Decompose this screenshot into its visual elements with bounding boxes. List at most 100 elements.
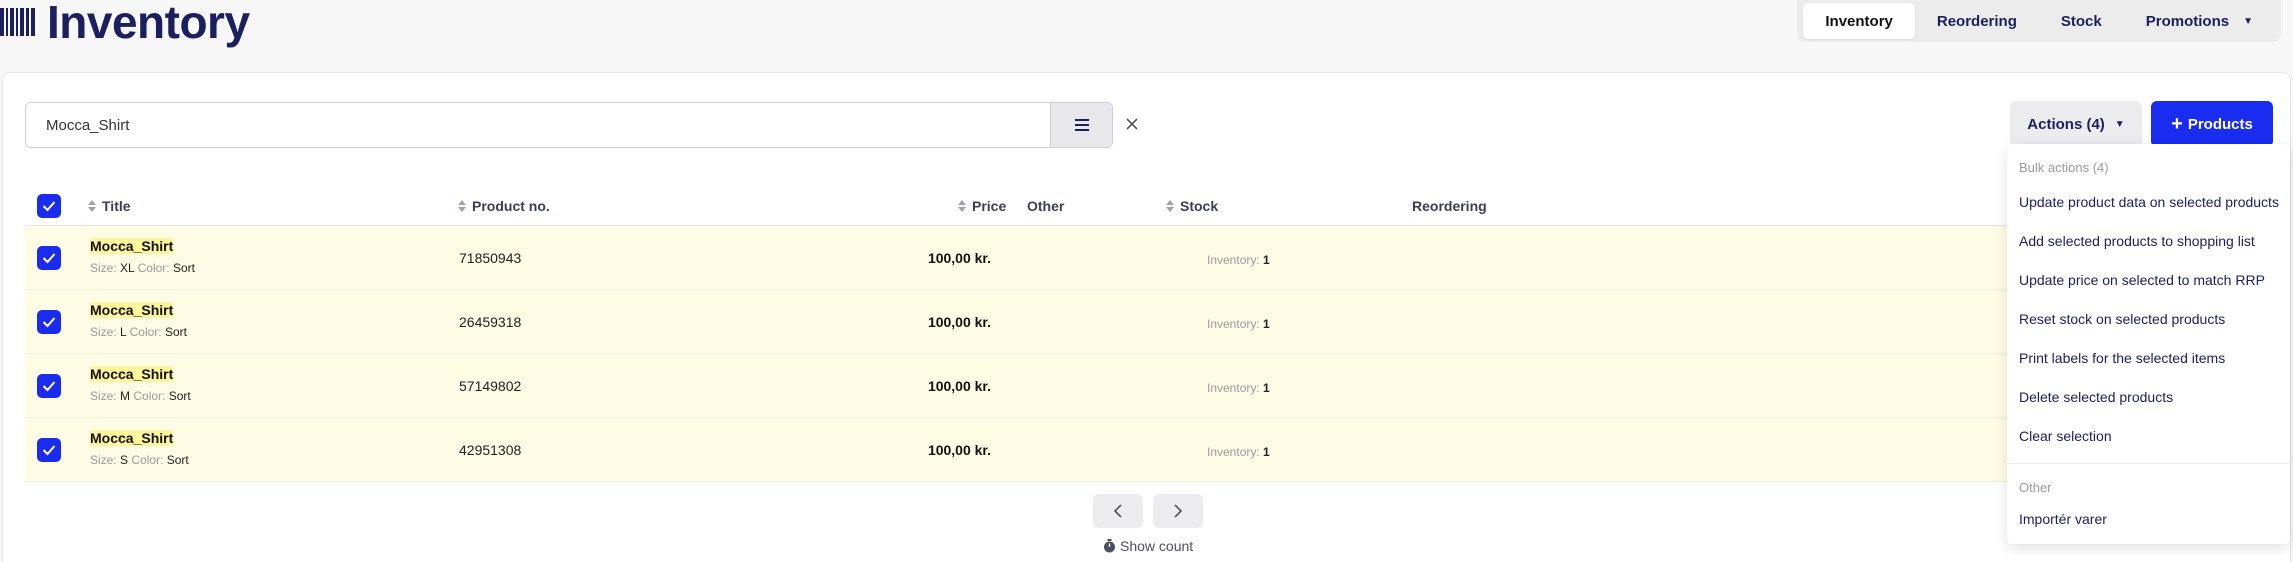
clear-search-button[interactable] (1121, 113, 1143, 135)
menu-item-delete-products[interactable]: Delete selected products (2007, 377, 2290, 416)
sort-icon (88, 200, 96, 212)
product-price: 100,00 kr. (927, 314, 991, 330)
product-title[interactable]: Mocca_Shirt (90, 302, 174, 318)
product-price: 100,00 kr. (927, 442, 991, 458)
product-title-text: Mocca_Shirt (90, 238, 174, 254)
actions-dropdown-menu: Bulk actions (4) Update product data on … (2007, 144, 2290, 544)
column-stock[interactable]: Stock (1166, 198, 1218, 214)
size-label: Size: (90, 325, 117, 339)
page-title: Inventory (47, 0, 250, 48)
tab-stock[interactable]: Stock (2039, 3, 2124, 39)
check-icon (42, 201, 56, 212)
column-title[interactable]: Title (88, 198, 131, 214)
menu-item-update-price-rrp[interactable]: Update price on selected to match RRP (2007, 260, 2290, 299)
main-card: Actions (4) ▼ + Products Title Product n… (2, 72, 2291, 562)
table-header: Title Product no. Price Other Stock Reor… (25, 186, 2035, 226)
column-reordering: Reordering (1412, 198, 1487, 214)
add-products-button[interactable]: + Products (2151, 101, 2273, 147)
select-all-checkbox[interactable] (37, 194, 61, 218)
next-page-button[interactable] (1153, 494, 1203, 528)
pagination (1093, 494, 1213, 528)
search-options-button[interactable] (1050, 103, 1112, 147)
column-product-no[interactable]: Product no. (458, 198, 550, 214)
product-title-text: Mocca_Shirt (90, 366, 174, 382)
menu-item-import-products[interactable]: Importér varer (2007, 502, 2290, 536)
menu-item-reset-stock[interactable]: Reset stock on selected products (2007, 299, 2290, 338)
brand: Inventory (0, 0, 250, 50)
product-title[interactable]: Mocca_Shirt (90, 430, 174, 446)
tab-inventory[interactable]: Inventory (1803, 3, 1915, 39)
product-number: 42951308 (459, 442, 522, 458)
inventory-label: Inventory: (1207, 381, 1260, 395)
menu-item-add-to-shopping-list[interactable]: Add selected products to shopping list (2007, 221, 2290, 260)
tab-label: Stock (2060, 12, 2102, 30)
bulk-actions-header: Bulk actions (4) (2019, 159, 2109, 175)
tab-reordering[interactable]: Reordering (1915, 3, 2039, 39)
chevron-right-icon (1174, 504, 1183, 518)
tab-label: Inventory (1825, 12, 1893, 30)
tab-label: Promotions (2145, 12, 2230, 30)
color-label: Color: (131, 453, 164, 467)
inventory-value: 1 (1263, 445, 1270, 459)
inventory-value: 1 (1263, 253, 1270, 267)
sort-icon (1166, 200, 1174, 212)
chevron-left-icon (1113, 504, 1122, 518)
product-variant: Size: XL Color: Sort (90, 261, 195, 275)
column-other: Other (1027, 198, 1064, 214)
search-input[interactable] (26, 103, 1050, 147)
show-count-link[interactable]: Show count (1103, 538, 1193, 554)
top-bar: Inventory Inventory Reordering Stock Pro… (0, 0, 2293, 64)
menu-item-clear-selection[interactable]: Clear selection (2007, 416, 2290, 455)
column-product-no-label: Product no. (472, 198, 550, 214)
column-reordering-label: Reordering (1412, 198, 1487, 214)
row-checkbox[interactable] (37, 438, 61, 462)
caret-down-icon: ▼ (2243, 15, 2253, 27)
table-row[interactable]: Mocca_Shirt Size: XL Color: Sort 7185094… (25, 226, 2035, 290)
color-value: Sort (172, 261, 195, 275)
column-price[interactable]: Price (958, 198, 1006, 214)
tab-promotions[interactable]: Promotions ▼ (2124, 3, 2275, 39)
column-title-label: Title (102, 198, 131, 214)
search-bar (25, 102, 1113, 148)
table-row[interactable]: Mocca_Shirt Size: S Color: Sort 42951308… (25, 418, 2035, 482)
inventory-label: Inventory: (1207, 445, 1260, 459)
product-title[interactable]: Mocca_Shirt (90, 366, 174, 382)
menu-item-print-labels[interactable]: Print labels for the selected items (2007, 338, 2290, 377)
sort-icon (458, 200, 466, 212)
actions-button[interactable]: Actions (4) ▼ (2010, 101, 2142, 147)
product-number: 57149802 (459, 378, 522, 394)
product-title[interactable]: Mocca_Shirt (90, 238, 174, 254)
hamburger-icon (1074, 119, 1089, 131)
table-row[interactable]: Mocca_Shirt Size: L Color: Sort 26459318… (25, 290, 2035, 354)
product-stock: Inventory: 1 (1207, 381, 1270, 395)
stopwatch-icon (1104, 539, 1115, 553)
caret-down-icon: ▼ (2114, 118, 2125, 130)
color-value: Sort (166, 453, 189, 467)
product-number: 26459318 (459, 314, 522, 330)
size-value: M (120, 389, 131, 403)
tab-label: Reordering (1936, 12, 2017, 30)
product-title-text: Mocca_Shirt (90, 302, 174, 318)
size-label: Size: (90, 453, 117, 467)
actions-label: Actions (4) (2027, 115, 2105, 133)
product-variant: Size: L Color: Sort (90, 325, 187, 339)
row-checkbox[interactable] (37, 246, 61, 270)
barcode-icon (0, 8, 37, 36)
show-count-label: Show count (1120, 538, 1194, 554)
table-row[interactable]: Mocca_Shirt Size: M Color: Sort 57149802… (25, 354, 2035, 418)
size-label: Size: (90, 389, 117, 403)
color-label: Color: (133, 389, 166, 403)
column-price-label: Price (972, 198, 1007, 214)
product-price: 100,00 kr. (927, 250, 991, 266)
inventory-label: Inventory: (1207, 253, 1260, 267)
prev-page-button[interactable] (1093, 494, 1143, 528)
menu-item-update-product-data[interactable]: Update product data on selected products (2007, 182, 2290, 221)
product-number: 71850943 (459, 250, 522, 266)
size-label: Size: (90, 261, 117, 275)
row-checkbox[interactable] (37, 374, 61, 398)
inventory-value: 1 (1263, 381, 1270, 395)
check-icon (42, 381, 56, 392)
products-table: Title Product no. Price Other Stock Reor… (25, 186, 2035, 482)
row-checkbox[interactable] (37, 310, 61, 334)
other-header: Other (2019, 479, 2052, 495)
